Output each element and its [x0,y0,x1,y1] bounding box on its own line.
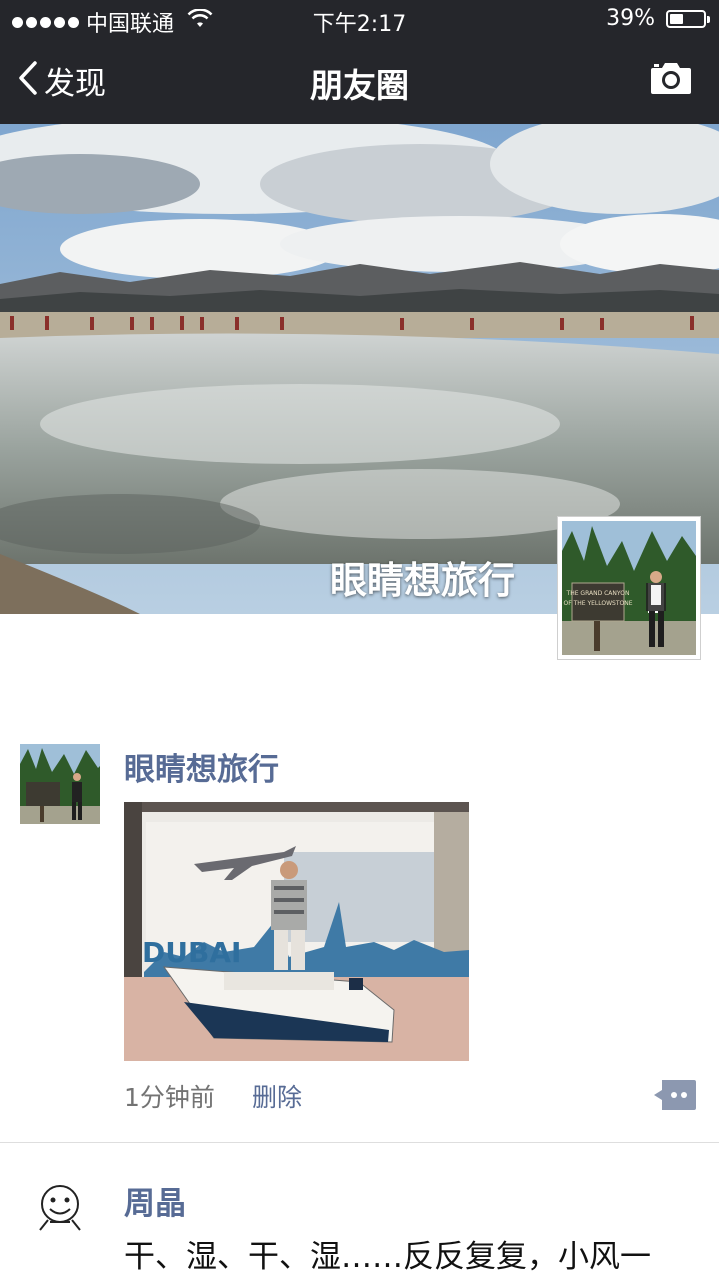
divider [0,1142,719,1143]
svg-text:DUBAI: DUBAI [142,936,241,969]
post-text: 干、湿、干、湿……反反复复，小风一 [124,1239,651,1275]
dubai-photo-image: DUBAI [124,802,469,1061]
post-time: 1分钟前 [124,1083,215,1112]
profile-avatar[interactable]: THE GRAND CANYON OF THE YELLOWSTONE [557,516,701,660]
post-item: 周晶 干、湿、干、湿……反反复复，小风一 [0,1178,719,1280]
battery-percent: 39% [606,6,655,31]
status-bar: 中国联通 下午2:17 39% [0,0,719,40]
cover-username: 眼睛想旅行 [330,559,515,602]
moments-screen: 中国联通 下午2:17 39% 发现 朋友圈 眼睛想旅行 THE GRAND C… [0,0,719,1280]
yellowstone-avatar-image: THE GRAND CANYON OF THE YELLOWSTONE [562,521,696,655]
svg-text:THE GRAND CANYON: THE GRAND CANYON [566,590,630,597]
nav-bar: 发现 朋友圈 [0,40,719,124]
battery-icon [666,10,710,28]
post-photo[interactable]: DUBAI [124,802,469,1061]
post-item: 眼睛想旅行 DUBAI 1分钟前 删除 [0,744,719,1144]
top-bar: 中国联通 下午2:17 39% 发现 朋友圈 [0,0,719,124]
post-author[interactable]: 眼睛想旅行 [124,744,279,789]
svg-text:OF THE YELLOWSTONE: OF THE YELLOWSTONE [563,600,632,607]
camera-icon[interactable] [649,60,693,100]
comment-menu-icon[interactable] [654,1080,696,1110]
page-title: 朋友圈 [310,66,409,105]
delete-link[interactable]: 删除 [252,1078,302,1114]
avatar[interactable] [20,1178,100,1258]
post-author[interactable]: 周晶 [124,1178,186,1223]
avatar[interactable] [20,744,100,824]
